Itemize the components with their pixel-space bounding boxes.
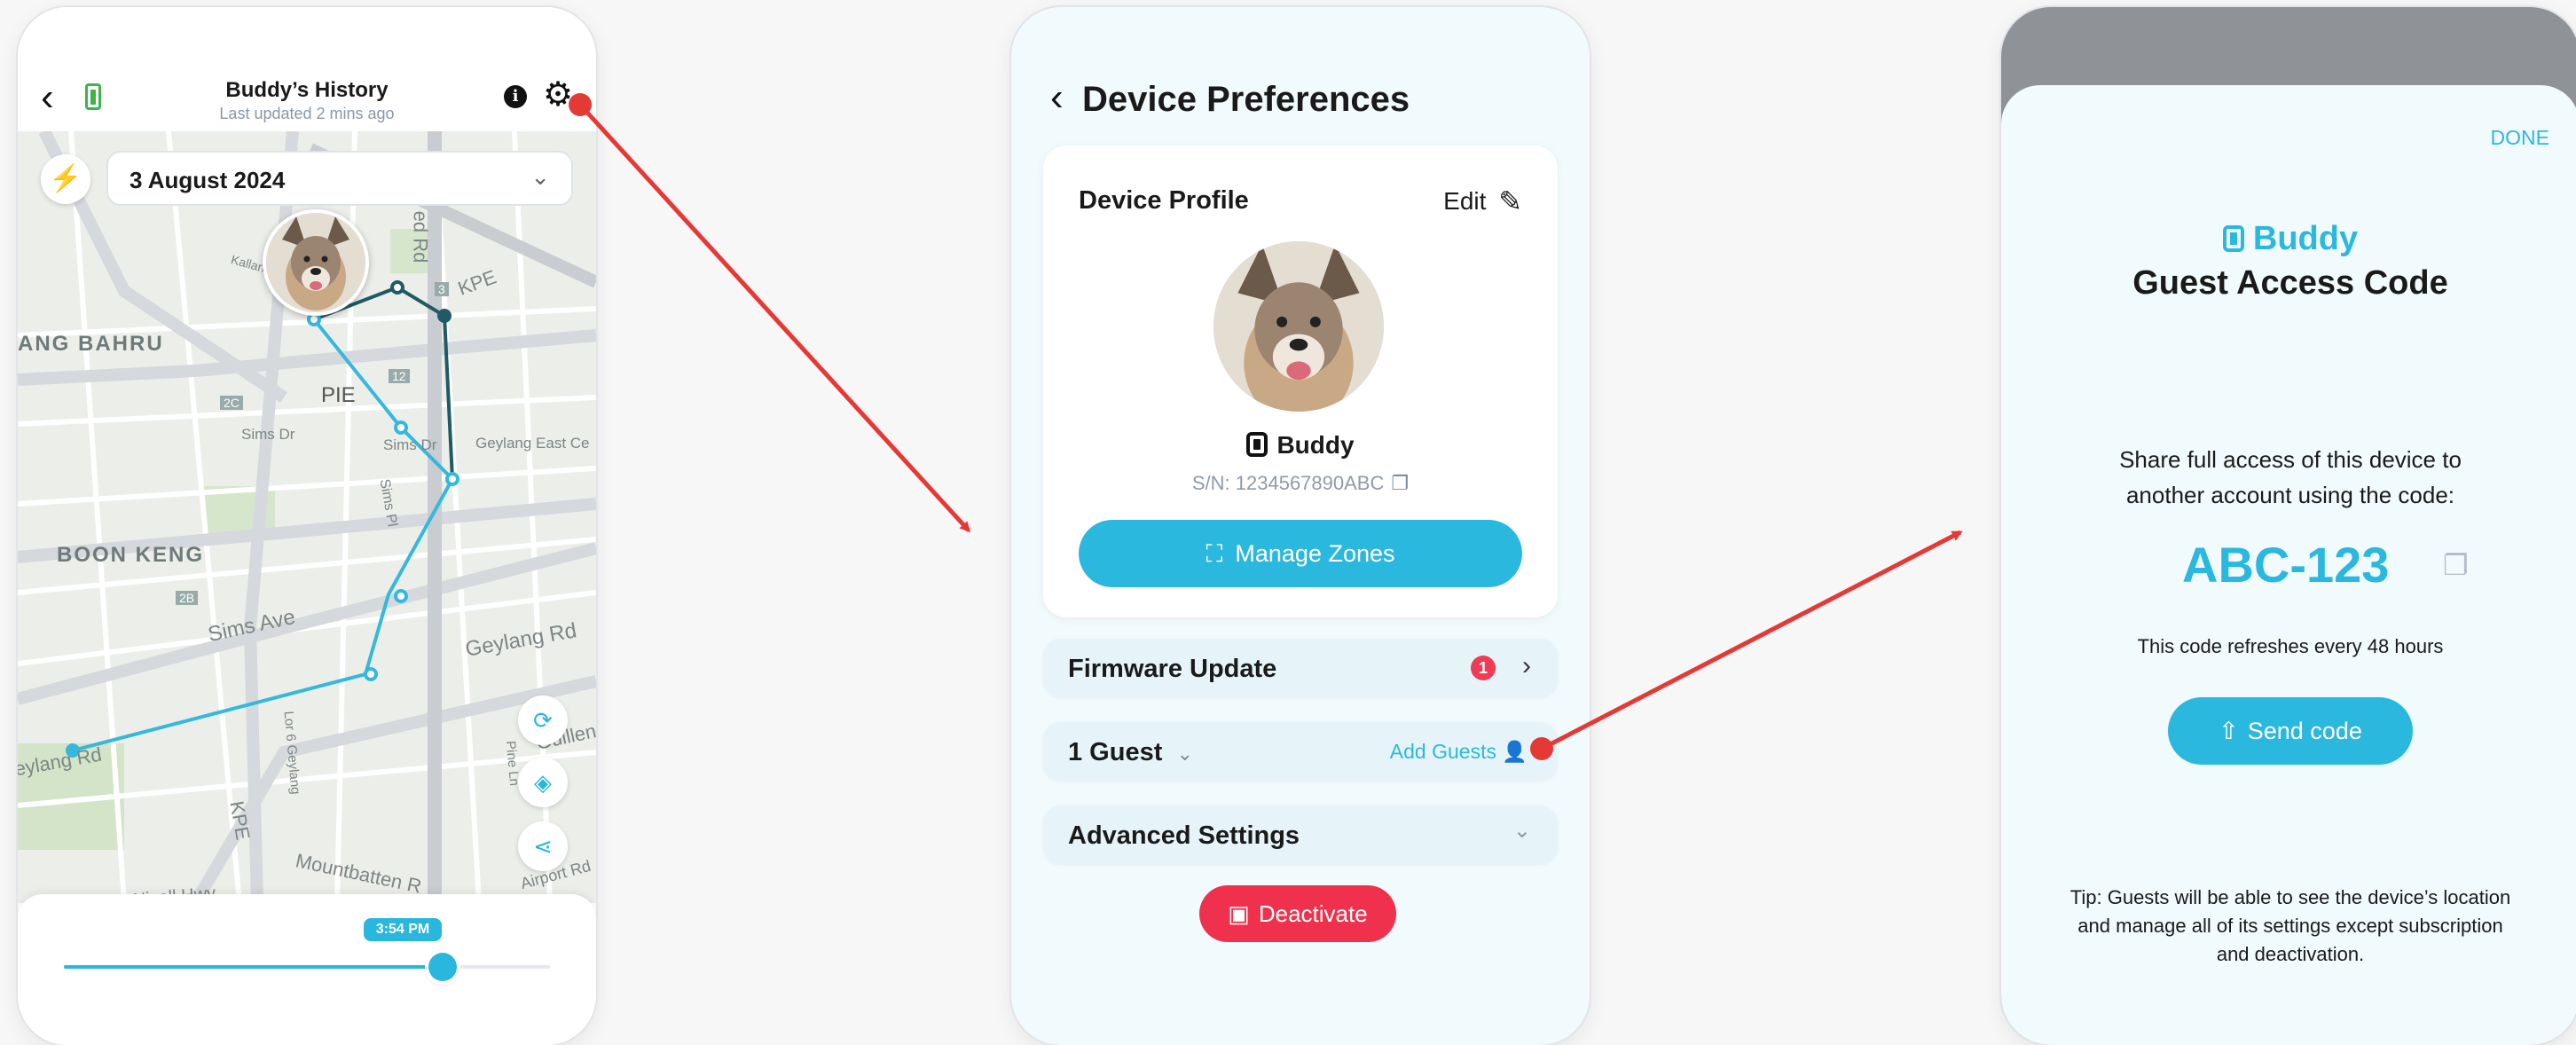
arrow-settings-to-preferences (578, 103, 971, 533)
dog-photo (266, 213, 365, 312)
device-brand: Buddy (2001, 220, 2576, 258)
date-selector[interactable]: 3 August 2024 ⌄ (106, 151, 573, 206)
tip-line-3: and deactivation. (2216, 943, 2365, 965)
sheet-title: Guest Access Code (2132, 264, 2448, 302)
serial-text: S/N: 1234567890ABC (1191, 472, 1385, 494)
expand-icon: ⛶ (1206, 540, 1223, 567)
manage-zones-label: Manage Zones (1235, 540, 1395, 567)
guest-code-sheet: DONE Buddy Guest Access Code Share full … (2001, 85, 2576, 1045)
deactivate-icon: ▣ (1228, 900, 1250, 927)
back-icon[interactable]: ‹ (1050, 78, 1064, 117)
route-point[interactable] (445, 472, 459, 486)
map-label: Sims Dr (383, 436, 437, 453)
road-number: 12 (389, 369, 410, 383)
manage-zones-button[interactable]: ⛶ Manage Zones (1079, 520, 1522, 587)
advanced-settings-row[interactable]: Advanced Settings ⌄ (1043, 805, 1558, 864)
deactivate-label: Deactivate (1258, 900, 1368, 927)
guest-access-screen: DONE Buddy Guest Access Code Share full … (2001, 7, 2576, 1045)
copy-icon[interactable]: ❐ (2443, 548, 2469, 582)
route-point[interactable] (394, 420, 408, 435)
map-label: ANG BAHRU (18, 332, 164, 356)
timeline-track[interactable] (64, 965, 550, 969)
share-line-1: Share full access of this device to (2119, 446, 2462, 473)
map-label: BOON KENG (57, 543, 205, 567)
edit-label: Edit (1443, 187, 1487, 215)
chevron-down-icon: ⌄ (1512, 819, 1531, 843)
device-preferences-screen: ‹ Device Preferences Device Profile Edit… (1011, 7, 1590, 1045)
map-label: PIE (321, 383, 356, 407)
guests-row[interactable]: 1 Guest ⌄ Add Guests 👤 (1043, 722, 1558, 781)
road-number: 2B (176, 591, 199, 605)
add-user-icon: 👤 (1502, 740, 1528, 763)
route-point[interactable] (390, 280, 404, 295)
notification-badge: 1 (1471, 656, 1496, 680)
firmware-label: Firmware Update (1068, 655, 1277, 683)
edit-icon: ✎ (1498, 185, 1522, 217)
history-header: ‹ Buddy’s History Last updated 2 mins ag… (18, 7, 596, 131)
device-name: Buddy (1043, 431, 1558, 460)
guests-count: 1 Guest (1068, 738, 1163, 766)
info-icon[interactable]: i (504, 85, 527, 108)
chevron-down-icon: ⌄ (530, 163, 550, 190)
route-point[interactable] (364, 667, 378, 681)
layers-icon[interactable]: ◈ (518, 758, 568, 807)
tracker-icon (1246, 432, 1268, 457)
tip-line-2: and manage all of its settings except su… (2077, 915, 2503, 937)
brand-name: Buddy (2252, 220, 2359, 257)
road-number: 2C (220, 396, 243, 410)
deactivate-button[interactable]: ▣ Deactivate (1199, 885, 1396, 942)
send-code-button[interactable]: ⇧ Send code (2168, 697, 2413, 765)
gear-icon[interactable]: ⚙ (543, 78, 573, 112)
add-guests-label: Add Guests (1389, 740, 1496, 763)
arrow-guests-to-code (1540, 530, 1963, 751)
tracker-icon (2222, 225, 2244, 252)
page-title: Device Preferences (1082, 80, 1410, 119)
advanced-label: Advanced Settings (1068, 821, 1300, 850)
firmware-update-row[interactable]: Firmware Update 1 › (1043, 639, 1558, 697)
card-title: Device Profile (1079, 186, 1249, 215)
time-tooltip: 3:54 PM (364, 918, 442, 941)
refresh-icon[interactable]: ⟳ (518, 695, 568, 745)
route-point[interactable] (394, 589, 408, 603)
selected-date: 3 August 2024 (130, 167, 286, 193)
dog-photo (1213, 241, 1384, 412)
access-code: ABC-123 (2182, 537, 2390, 593)
upload-icon: ⇧ (2219, 718, 2239, 744)
timeline-panel (18, 894, 596, 1045)
chevron-down-icon: ⌄ (1176, 742, 1193, 765)
device-avatar (1213, 241, 1384, 412)
map-label: Geylang East Ce (475, 435, 590, 452)
send-code-label: Send code (2247, 718, 2362, 744)
timeline-progress (64, 965, 444, 969)
latest-location-dot[interactable] (437, 309, 452, 323)
share-icon[interactable]: ⋖ (518, 821, 568, 871)
refresh-note: This code refreshes every 48 hours (2137, 635, 2444, 657)
map-label: Sims Dr (241, 426, 295, 443)
road-number: 3 (435, 282, 449, 296)
tip-line-1: Tip: Guests will be able to see the devi… (2069, 886, 2511, 908)
share-line-2: another account using the code: (2125, 482, 2455, 508)
device-name-text: Buddy (1276, 431, 1355, 459)
chevron-right-icon: › (1522, 651, 1531, 680)
serial-number: S/N: 1234567890ABC ❐ (1043, 472, 1558, 495)
tip-text: Tip: Guests will be able to see the devi… (2046, 884, 2535, 969)
lightning-icon[interactable]: ⚡ (41, 154, 90, 204)
share-instructions: Share full access of this device to anot… (2054, 442, 2526, 513)
edit-button[interactable]: Edit ✎ (1443, 185, 1522, 218)
add-guests-button[interactable]: Add Guests 👤 (1390, 740, 1528, 764)
map-label: ed Rd (409, 210, 432, 263)
pet-avatar-pin[interactable] (263, 209, 369, 316)
device-profile-card: Device Profile Edit ✎ Buddy S/N: 1234567… (1043, 145, 1558, 617)
guests-label: 1 Guest ⌄ (1068, 738, 1193, 767)
last-updated-text: Last updated 2 mins ago (219, 105, 395, 122)
copy-icon[interactable]: ❐ (1391, 472, 1409, 495)
history-screen: ANG BAHRU BOON KENG PIE Sims Ave Sims Dr… (18, 7, 596, 1045)
done-button[interactable]: DONE (2491, 126, 2549, 150)
